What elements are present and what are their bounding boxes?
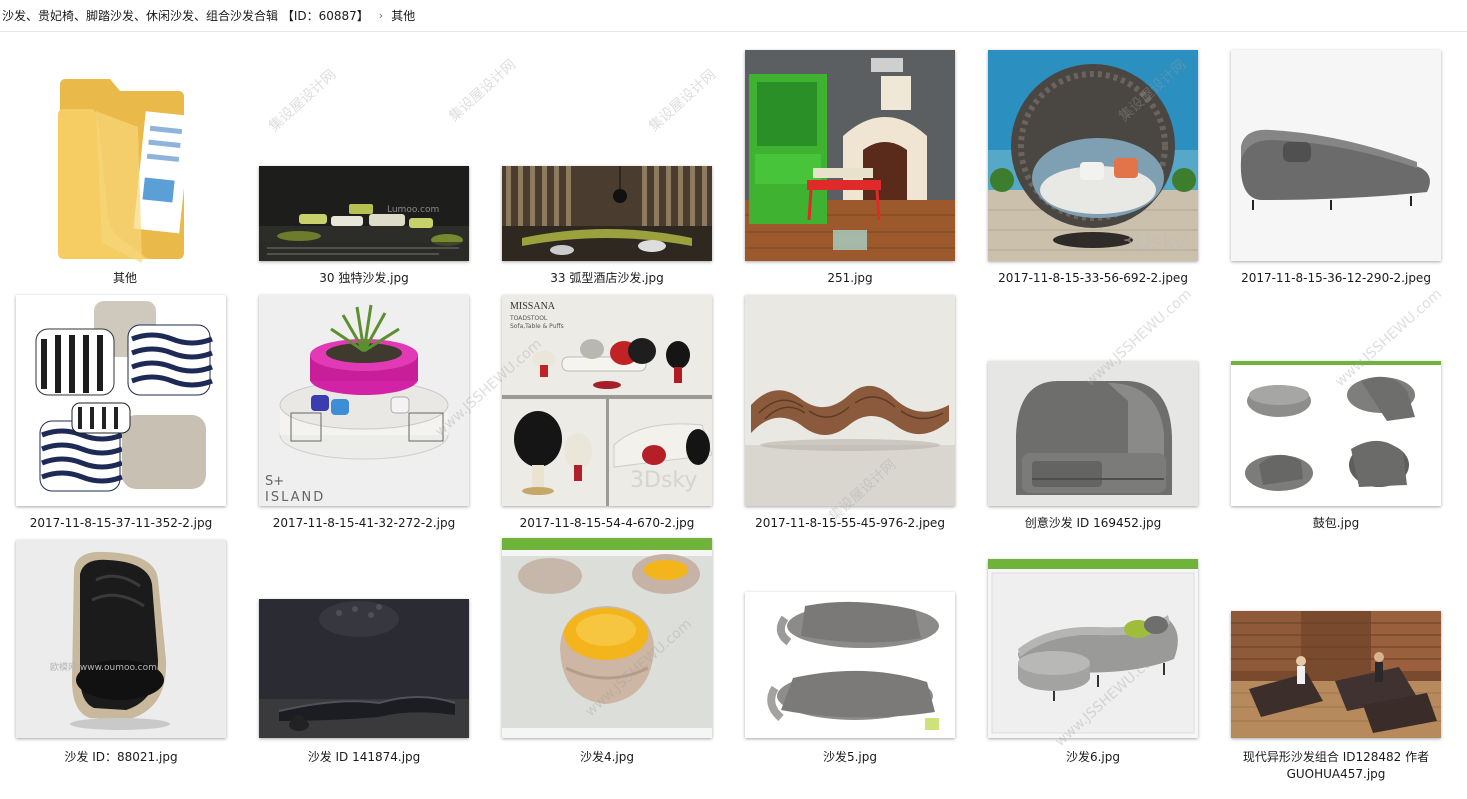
folder-icon: [58, 79, 190, 263]
file-label: 沙发4.jpg: [579, 750, 635, 764]
thumbnail-text: S+: [265, 474, 284, 489]
thumbnail: [988, 50, 1198, 261]
file-label: 2017-11-8-15-41-32-272-2.jpg: [272, 516, 456, 530]
file-label: 鼓包.jpg: [1312, 516, 1360, 530]
thumbnail: [502, 538, 712, 738]
thumbnail: [1231, 611, 1441, 738]
thumbnail-text: Lumoo.com: [387, 205, 439, 215]
file-label: 2017-11-8-15-54-4-670-2.jpg: [519, 516, 695, 530]
thumbnail-text: ISLAND: [265, 490, 325, 505]
thumbnail: MISSANA TOADSTOOL Sofa,Table & Puffs: [502, 295, 712, 506]
file-label: 251.jpg: [827, 271, 873, 285]
breadcrumb-current[interactable]: 其他: [389, 0, 417, 32]
thumbnail: [988, 559, 1198, 738]
file-label: 33 弧型酒店沙发.jpg: [550, 271, 664, 285]
thumbnail: [745, 592, 955, 738]
file-label: 2017-11-8-15-37-11-352-2.jpg: [29, 516, 213, 530]
thumbnail: Lumoo.com: [259, 166, 469, 261]
breadcrumb: 沙发、贵妃椅、脚踏沙发、休闲沙发、组合沙发合辑 【ID：60887】 › 其他: [0, 0, 1467, 32]
chevron-right-icon: ›: [378, 9, 384, 22]
file-label: 30 独特沙发.jpg: [319, 271, 409, 285]
thumbnail: [1231, 50, 1441, 261]
file-label: 2017-11-8-15-36-12-290-2.jpeg: [1241, 271, 1431, 285]
thumbnail: [988, 361, 1198, 506]
thumbnail: [259, 599, 469, 738]
file-label: 沙发 ID：88021.jpg: [64, 750, 178, 764]
file-label: 2017-11-8-15-33-56-692-2.jpeg: [998, 271, 1188, 285]
file-label: 创意沙发 ID 169452.jpg: [1024, 516, 1162, 530]
thumbnail: [502, 166, 712, 261]
breadcrumb-path[interactable]: 沙发、贵妃椅、脚踏沙发、休闲沙发、组合沙发合辑 【ID：60887】: [0, 0, 371, 32]
thumbnail: [16, 295, 226, 506]
thumbnail-text: MISSANA: [510, 301, 556, 312]
thumbnail-text: Sofa,Table & Puffs: [510, 323, 564, 330]
file-label: 沙发 ID 141874.jpg: [307, 750, 421, 764]
thumbnail: [1231, 361, 1441, 506]
thumbnail: [745, 295, 955, 506]
file-label: 2017-11-8-15-55-45-976-2.jpeg: [755, 516, 945, 530]
thumbnail: [745, 50, 955, 261]
file-label: 沙发6.jpg: [1065, 750, 1121, 764]
thumbnail: 欧模网 www.oumoo.com: [16, 540, 226, 738]
file-grid: 其他 Lumoo.com 30 独特沙发.jpg 33 弧型酒店沙发.jpg 2…: [0, 32, 1467, 799]
thumbnail-text: 欧模网 www.oumoo.com: [50, 661, 157, 673]
thumbnail-text: TOADSTOOL: [509, 315, 548, 322]
file-label: 现代异形沙发组合 ID128482 作者 GUOHUA457.jpg: [1242, 750, 1430, 781]
thumbnail: S+ ISLAND: [259, 295, 469, 506]
file-label: 其他: [112, 271, 137, 285]
file-label: 沙发5.jpg: [822, 750, 878, 764]
